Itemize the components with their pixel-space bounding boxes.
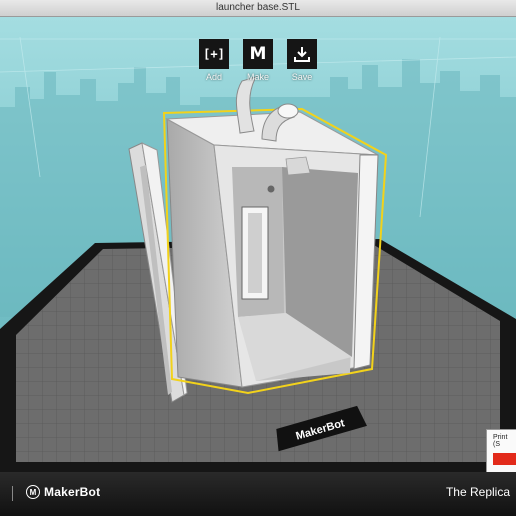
- status-divider: [12, 486, 13, 501]
- print-color-swatch[interactable]: [493, 453, 516, 465]
- printer-name[interactable]: The Replica: [446, 485, 510, 499]
- status-bar: M MakerBot The Replica: [0, 472, 516, 516]
- print-panel[interactable]: Print (S: [486, 429, 516, 473]
- top-toolbar: [+] Add M Make Save: [199, 39, 317, 82]
- save-button[interactable]: Save: [287, 39, 317, 82]
- make-button[interactable]: M Make: [243, 39, 273, 82]
- make-icon-glyph: M: [249, 44, 267, 64]
- makerbot-logo: M MakerBot: [26, 485, 100, 499]
- window-title: launcher base.STL: [0, 0, 516, 17]
- add-icon: [+]: [199, 39, 229, 69]
- add-button[interactable]: [+] Add: [199, 39, 229, 82]
- make-icon: M: [243, 39, 273, 69]
- 3d-viewport[interactable]: MakerBot [+] Add M Make Save Print (S: [0, 17, 516, 473]
- print-label: Print (S: [493, 434, 508, 448]
- makerbot-logo-icon: M: [26, 485, 40, 499]
- makerbot-logo-text: MakerBot: [44, 485, 101, 499]
- download-icon: [287, 39, 317, 69]
- save-label: Save: [291, 72, 313, 82]
- make-label: Make: [246, 72, 269, 82]
- add-label: Add: [205, 72, 222, 82]
